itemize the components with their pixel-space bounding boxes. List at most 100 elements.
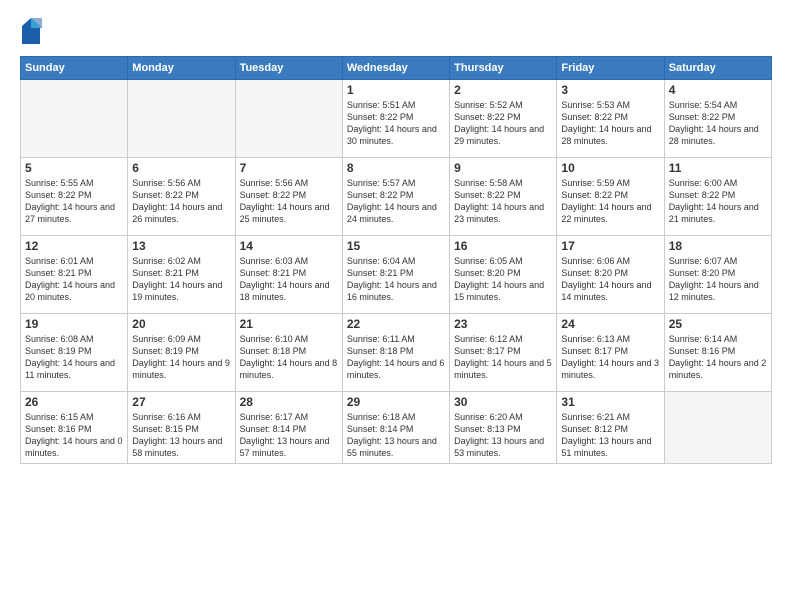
day-number: 24 (561, 317, 659, 331)
week-row-0: 1 Sunrise: 5:51 AMSunset: 8:22 PMDaylight… (21, 80, 772, 158)
day-number: 22 (347, 317, 445, 331)
day-info: Sunrise: 6:12 AMSunset: 8:17 PMDaylight:… (454, 333, 552, 382)
day-number: 23 (454, 317, 552, 331)
day-number: 5 (25, 161, 123, 175)
calendar-cell: 4 Sunrise: 5:54 AMSunset: 8:22 PMDaylight… (664, 80, 771, 158)
day-info: Sunrise: 5:59 AMSunset: 8:22 PMDaylight:… (561, 177, 659, 226)
day-info: Sunrise: 6:02 AMSunset: 8:21 PMDaylight:… (132, 255, 230, 304)
calendar-cell: 10 Sunrise: 5:59 AMSunset: 8:22 PMDayligh… (557, 158, 664, 236)
day-number: 28 (240, 395, 338, 409)
calendar-cell: 3 Sunrise: 5:53 AMSunset: 8:22 PMDaylight… (557, 80, 664, 158)
calendar-cell: 22 Sunrise: 6:11 AMSunset: 8:18 PMDayligh… (342, 314, 449, 392)
calendar-cell: 15 Sunrise: 6:04 AMSunset: 8:21 PMDayligh… (342, 236, 449, 314)
day-info: Sunrise: 6:20 AMSunset: 8:13 PMDaylight:… (454, 411, 552, 460)
calendar-cell: 14 Sunrise: 6:03 AMSunset: 8:21 PMDayligh… (235, 236, 342, 314)
calendar-cell (235, 80, 342, 158)
calendar-cell: 16 Sunrise: 6:05 AMSunset: 8:20 PMDayligh… (450, 236, 557, 314)
day-number: 31 (561, 395, 659, 409)
day-number: 3 (561, 83, 659, 97)
calendar-cell: 23 Sunrise: 6:12 AMSunset: 8:17 PMDayligh… (450, 314, 557, 392)
day-number: 15 (347, 239, 445, 253)
day-number: 13 (132, 239, 230, 253)
day-number: 19 (25, 317, 123, 331)
calendar-cell: 11Sunrise: 6:00 AMSunset: 8:22 PMDayligh… (664, 158, 771, 236)
calendar-cell: 18 Sunrise: 6:07 AMSunset: 8:20 PMDayligh… (664, 236, 771, 314)
calendar-cell: 21 Sunrise: 6:10 AMSunset: 8:18 PMDayligh… (235, 314, 342, 392)
day-info: Sunrise: 6:03 AMSunset: 8:21 PMDaylight:… (240, 255, 338, 304)
week-row-2: 12 Sunrise: 6:01 AMSunset: 8:21 PMDayligh… (21, 236, 772, 314)
day-number: 20 (132, 317, 230, 331)
day-number: 11 (669, 161, 767, 175)
week-row-3: 19 Sunrise: 6:08 AMSunset: 8:19 PMDayligh… (21, 314, 772, 392)
day-number: 14 (240, 239, 338, 253)
day-info: Sunrise: 6:15 AMSunset: 8:16 PMDaylight:… (25, 411, 123, 460)
calendar-cell (664, 392, 771, 464)
calendar-cell: 24 Sunrise: 6:13 AMSunset: 8:17 PMDayligh… (557, 314, 664, 392)
calendar-cell: 8Sunrise: 5:57 AMSunset: 8:22 PMDaylight… (342, 158, 449, 236)
day-info: Sunrise: 6:05 AMSunset: 8:20 PMDaylight:… (454, 255, 552, 304)
day-number: 2 (454, 83, 552, 97)
day-number: 29 (347, 395, 445, 409)
calendar-cell (128, 80, 235, 158)
day-number: 26 (25, 395, 123, 409)
calendar-cell: 2Sunrise: 5:52 AMSunset: 8:22 PMDaylight… (450, 80, 557, 158)
calendar-cell: 1 Sunrise: 5:51 AMSunset: 8:22 PMDaylight… (342, 80, 449, 158)
calendar-cell: 19 Sunrise: 6:08 AMSunset: 8:19 PMDayligh… (21, 314, 128, 392)
day-info: Sunrise: 6:08 AMSunset: 8:19 PMDaylight:… (25, 333, 123, 382)
day-info: Sunrise: 5:58 AMSunset: 8:22 PMDaylight:… (454, 177, 552, 226)
calendar-cell: 31 Sunrise: 6:21 AMSunset: 8:12 PMDayligh… (557, 392, 664, 464)
day-number: 25 (669, 317, 767, 331)
day-number: 1 (347, 83, 445, 97)
calendar-cell: 12 Sunrise: 6:01 AMSunset: 8:21 PMDayligh… (21, 236, 128, 314)
day-info: Sunrise: 5:51 AMSunset: 8:22 PMDaylight:… (347, 99, 445, 148)
calendar-cell: 7 Sunrise: 5:56 AMSunset: 8:22 PMDaylight… (235, 158, 342, 236)
day-info: Sunrise: 6:09 AMSunset: 8:19 PMDaylight:… (132, 333, 230, 382)
day-number: 4 (669, 83, 767, 97)
day-info: Sunrise: 6:01 AMSunset: 8:21 PMDaylight:… (25, 255, 123, 304)
calendar-cell: 5 Sunrise: 5:55 AMSunset: 8:22 PMDaylight… (21, 158, 128, 236)
logo (20, 16, 44, 46)
day-number: 7 (240, 161, 338, 175)
day-info: Sunrise: 5:56 AMSunset: 8:22 PMDaylight:… (240, 177, 338, 226)
calendar-cell (21, 80, 128, 158)
day-number: 30 (454, 395, 552, 409)
weekday-header-monday: Monday (128, 57, 235, 80)
calendar-cell: 25 Sunrise: 6:14 AMSunset: 8:16 PMDayligh… (664, 314, 771, 392)
week-row-1: 5 Sunrise: 5:55 AMSunset: 8:22 PMDaylight… (21, 158, 772, 236)
day-number: 12 (25, 239, 123, 253)
calendar-cell: 28 Sunrise: 6:17 AMSunset: 8:14 PMDayligh… (235, 392, 342, 464)
day-info: Sunrise: 6:13 AMSunset: 8:17 PMDaylight:… (561, 333, 659, 382)
day-number: 17 (561, 239, 659, 253)
day-info: Sunrise: 6:21 AMSunset: 8:12 PMDaylight:… (561, 411, 659, 460)
day-info: Sunrise: 5:55 AMSunset: 8:22 PMDaylight:… (25, 177, 123, 226)
calendar-cell: 13 Sunrise: 6:02 AMSunset: 8:21 PMDayligh… (128, 236, 235, 314)
day-info: Sunrise: 6:07 AMSunset: 8:20 PMDaylight:… (669, 255, 767, 304)
header (20, 16, 772, 46)
weekday-header-row: SundayMondayTuesdayWednesdayThursdayFrid… (21, 57, 772, 80)
weekday-header-thursday: Thursday (450, 57, 557, 80)
day-info: Sunrise: 6:04 AMSunset: 8:21 PMDaylight:… (347, 255, 445, 304)
day-number: 10 (561, 161, 659, 175)
day-info: Sunrise: 5:54 AMSunset: 8:22 PMDaylight:… (669, 99, 767, 148)
weekday-header-saturday: Saturday (664, 57, 771, 80)
day-number: 8 (347, 161, 445, 175)
day-info: Sunrise: 6:14 AMSunset: 8:16 PMDaylight:… (669, 333, 767, 382)
day-number: 21 (240, 317, 338, 331)
day-info: Sunrise: 5:53 AMSunset: 8:22 PMDaylight:… (561, 99, 659, 148)
weekday-header-wednesday: Wednesday (342, 57, 449, 80)
day-number: 16 (454, 239, 552, 253)
calendar-cell: 20 Sunrise: 6:09 AMSunset: 8:19 PMDayligh… (128, 314, 235, 392)
day-info: Sunrise: 6:17 AMSunset: 8:14 PMDaylight:… (240, 411, 338, 460)
calendar-cell: 6Sunrise: 5:56 AMSunset: 8:22 PMDaylight… (128, 158, 235, 236)
day-number: 18 (669, 239, 767, 253)
weekday-header-tuesday: Tuesday (235, 57, 342, 80)
calendar-cell: 30 Sunrise: 6:20 AMSunset: 8:13 PMDayligh… (450, 392, 557, 464)
page: SundayMondayTuesdayWednesdayThursdayFrid… (0, 0, 792, 612)
weekday-header-sunday: Sunday (21, 57, 128, 80)
day-info: Sunrise: 6:16 AMSunset: 8:15 PMDaylight:… (132, 411, 230, 460)
day-info: Sunrise: 6:18 AMSunset: 8:14 PMDaylight:… (347, 411, 445, 460)
day-info: Sunrise: 6:10 AMSunset: 8:18 PMDaylight:… (240, 333, 338, 382)
day-info: Sunrise: 6:11 AMSunset: 8:18 PMDaylight:… (347, 333, 445, 382)
day-number: 6 (132, 161, 230, 175)
logo-icon (20, 16, 42, 46)
